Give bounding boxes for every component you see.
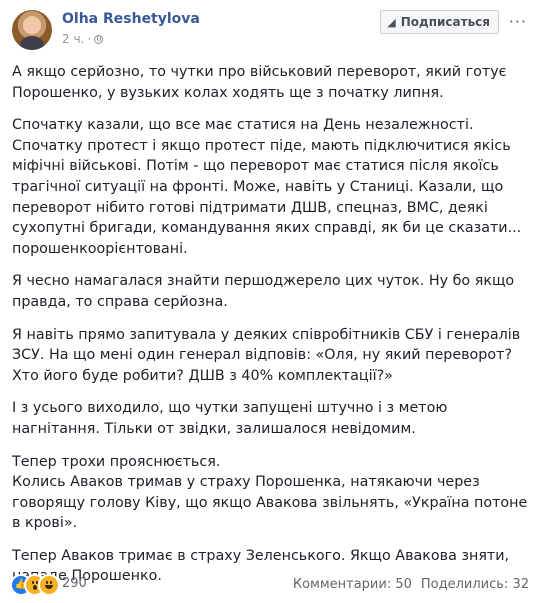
post-paragraph: Я чесно намагалася знайти першоджерело ц… bbox=[12, 273, 515, 310]
post-paragraph: І з усього виходило, що чутки запущені ш… bbox=[12, 400, 448, 437]
globe-icon[interactable] bbox=[94, 35, 104, 44]
post-paragraph: Спочатку казали, що все має статися на Д… bbox=[12, 117, 522, 257]
author-name[interactable]: Olha Reshetylova bbox=[62, 11, 200, 27]
author-avatar[interactable] bbox=[12, 10, 52, 50]
meta-separator: · bbox=[87, 32, 92, 46]
follow-button[interactable]: ◢ Подписаться bbox=[380, 10, 499, 34]
engagement-stats: Комментарии: 50 Поделились: 32 bbox=[293, 577, 529, 592]
post-paragraph: Тепер трохи прояснюється. Колись Аваков … bbox=[12, 453, 528, 532]
post-body: А якщо серйозно, то чутки про військовий… bbox=[12, 62, 530, 599]
haha-reaction-icon bbox=[38, 574, 60, 596]
post-meta: 2 ч. · bbox=[62, 32, 104, 46]
rss-icon: ◢ bbox=[387, 16, 396, 29]
reactions-count[interactable]: 290 bbox=[62, 576, 87, 591]
comments-count-link[interactable]: Комментарии: 50 bbox=[293, 577, 412, 592]
follow-label: Подписаться bbox=[400, 15, 490, 29]
more-options-icon[interactable]: ··· bbox=[509, 12, 527, 31]
shares-count-link[interactable]: Поделились: 32 bbox=[421, 577, 529, 592]
post-timestamp[interactable]: 2 ч. bbox=[62, 32, 84, 46]
post-paragraph: А якщо серйозно, то чутки про військовий… bbox=[12, 64, 507, 101]
post-paragraph: Я навіть прямо запитувала у деяких співр… bbox=[12, 326, 521, 384]
post-header: Olha Reshetylova 2 ч. · ◢ Подписаться ··· bbox=[12, 10, 527, 54]
post-footer: 👍 290 Комментарии: 50 Поделились: 32 bbox=[10, 574, 529, 596]
